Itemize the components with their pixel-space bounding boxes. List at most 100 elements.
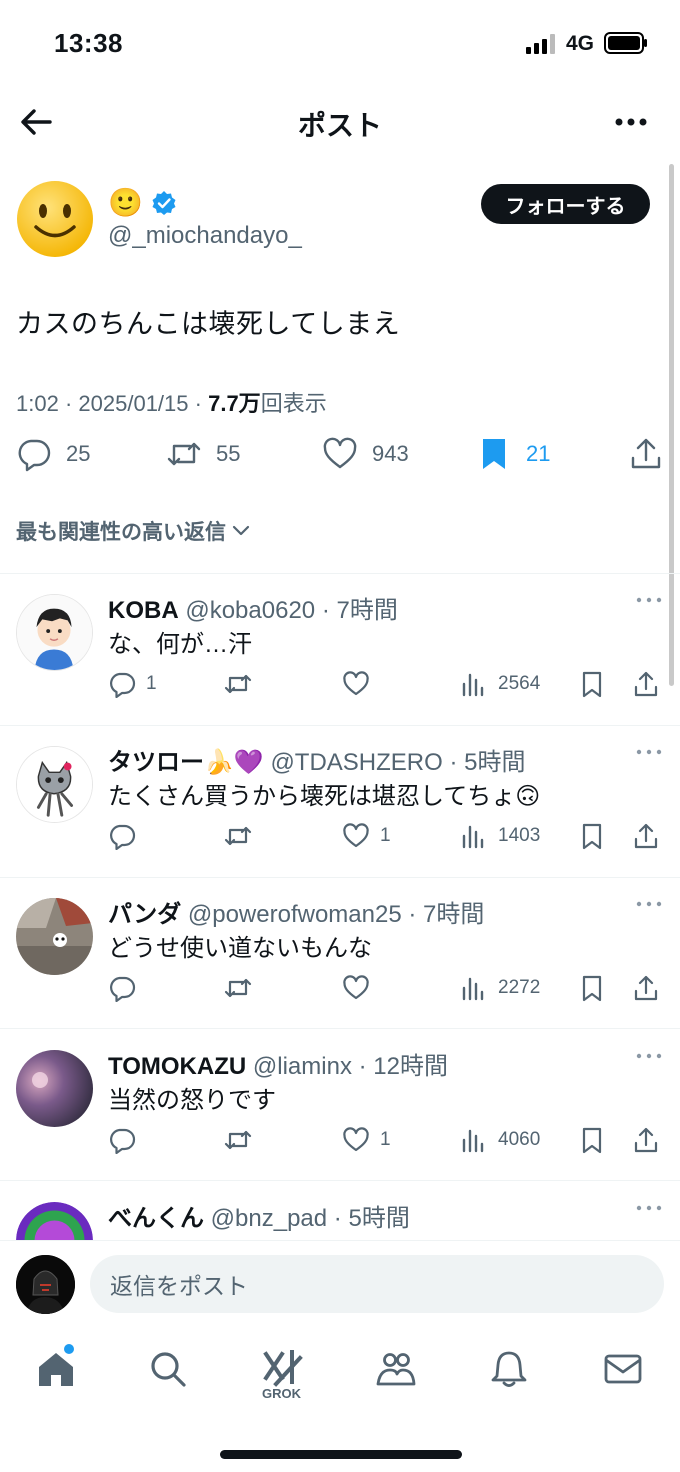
- reply-button[interactable]: 25: [16, 436, 90, 472]
- follow-button[interactable]: フォローする: [481, 184, 650, 224]
- views-button[interactable]: 4060: [460, 1126, 540, 1154]
- reply-author-handle[interactable]: @koba0620: [185, 597, 315, 624]
- share-button[interactable]: [632, 670, 660, 698]
- view-count[interactable]: 7.7万: [208, 391, 261, 416]
- reply-author-name[interactable]: TOMOKAZU: [108, 1053, 246, 1080]
- bookmark-button[interactable]: [578, 670, 606, 698]
- reply-button[interactable]: 1: [108, 670, 157, 698]
- heart-icon: [343, 823, 369, 848]
- reply-time[interactable]: 5時間: [348, 1205, 409, 1232]
- like-count: 943: [372, 441, 409, 466]
- post-date[interactable]: 2025/01/15: [78, 391, 188, 416]
- like-button[interactable]: 1: [342, 1126, 391, 1154]
- tab-messages[interactable]: [602, 1348, 652, 1408]
- more-options-icon[interactable]: [634, 744, 664, 760]
- grok-label: GROK: [262, 1386, 301, 1401]
- share-button[interactable]: [632, 822, 660, 850]
- repost-button[interactable]: [224, 670, 252, 698]
- more-options-icon[interactable]: [634, 896, 664, 912]
- reply-time[interactable]: 7時間: [423, 901, 484, 928]
- meta-separator: ·: [321, 597, 337, 624]
- more-options-icon[interactable]: [606, 100, 656, 144]
- reply-button[interactable]: [108, 822, 146, 850]
- divider: [0, 1180, 680, 1181]
- bookmark-icon: [582, 671, 602, 698]
- like-button[interactable]: [342, 670, 380, 698]
- bookmark-filled-icon: [483, 439, 505, 469]
- heart-icon: [343, 671, 369, 696]
- post-time[interactable]: 1:02: [16, 391, 59, 416]
- author-handle[interactable]: @_miochandayo_: [108, 222, 302, 250]
- reply-actions: 1 1403: [0, 822, 680, 854]
- tab-notifications[interactable]: [488, 1348, 538, 1408]
- analytics-icon: [462, 673, 484, 697]
- bookmark-button[interactable]: 21: [476, 436, 550, 472]
- reply-author-handle[interactable]: @powerofwoman25: [188, 901, 402, 928]
- repost-button[interactable]: [224, 974, 252, 1002]
- repost-button[interactable]: [224, 1126, 252, 1154]
- reply-composer: 返信をポスト: [0, 1240, 680, 1330]
- reply-actions: 1 4060: [0, 1126, 680, 1158]
- share-button[interactable]: [632, 974, 660, 1002]
- reply-header: TOMOKAZU @liaminx · 12時間: [108, 1046, 448, 1081]
- more-options-icon[interactable]: [634, 1048, 664, 1064]
- author-name-row[interactable]: 🙂: [108, 186, 177, 219]
- reply-time[interactable]: 5時間: [464, 749, 525, 776]
- reply-time[interactable]: 7時間: [336, 597, 397, 624]
- reply-sort-dropdown[interactable]: 最も関連性の高い返信: [16, 516, 252, 546]
- reply-author-name[interactable]: タツロー🍌💜: [108, 749, 264, 776]
- reply-actions: 1 2564: [0, 670, 680, 702]
- reply-avatar[interactable]: [16, 594, 93, 671]
- reply-input[interactable]: 返信をポスト: [90, 1255, 664, 1313]
- reply-author-handle[interactable]: @TDASHZERO: [270, 749, 442, 776]
- reply-avatar[interactable]: [16, 746, 93, 823]
- views-button[interactable]: 2564: [460, 670, 540, 698]
- mail-icon: [604, 1354, 642, 1384]
- bookmark-icon: [582, 823, 602, 850]
- reply-avatar[interactable]: [16, 1050, 93, 1127]
- reply-author-handle[interactable]: @bnz_pad: [211, 1205, 327, 1232]
- reply-item[interactable]: パンダ @powerofwoman25 · 7時間 どうせ使い道ないもんな 22…: [0, 878, 680, 1028]
- like-button[interactable]: [342, 974, 380, 1002]
- reply-item[interactable]: TOMOKAZU @liaminx · 12時間 当然の怒りです 1 4060: [0, 1030, 680, 1180]
- reply-author-name[interactable]: KOBA: [108, 597, 179, 624]
- more-options-icon[interactable]: [634, 1200, 664, 1216]
- tab-home[interactable]: [35, 1348, 85, 1408]
- bookmark-button[interactable]: [578, 822, 606, 850]
- tab-search[interactable]: [147, 1348, 197, 1408]
- reply-item[interactable]: タツロー🍌💜 @TDASHZERO · 5時間 たくさん買うから壊死は堪忍してち…: [0, 726, 680, 876]
- author-avatar[interactable]: [16, 180, 94, 258]
- home-notification-dot: [64, 1344, 74, 1354]
- tab-communities[interactable]: [375, 1348, 425, 1408]
- views-button[interactable]: 1403: [460, 822, 540, 850]
- like-button[interactable]: 943: [322, 436, 409, 472]
- reply-time[interactable]: 12時間: [373, 1053, 448, 1080]
- meta-separator: ·: [64, 391, 79, 416]
- post-text: カスのちんこは壊死してしまえ: [16, 309, 401, 339]
- reply-button[interactable]: [108, 974, 146, 1002]
- like-button[interactable]: 1: [342, 822, 391, 850]
- reply-header: タツロー🍌💜 @TDASHZERO · 5時間: [108, 742, 526, 777]
- reply-button[interactable]: [108, 1126, 146, 1154]
- share-icon: [634, 671, 658, 697]
- repost-button[interactable]: [224, 822, 252, 850]
- meta-separator: ·: [194, 391, 209, 416]
- battery-icon: [604, 32, 647, 54]
- reply-author-name[interactable]: べんくん: [108, 1205, 204, 1232]
- reply-author-handle[interactable]: @liaminx: [253, 1053, 352, 1080]
- share-button[interactable]: [632, 1126, 660, 1154]
- views-button[interactable]: 2272: [460, 974, 540, 1002]
- share-button[interactable]: [628, 436, 664, 472]
- bookmark-button[interactable]: [578, 974, 606, 1002]
- more-options-icon[interactable]: [634, 592, 664, 608]
- reply-author-name[interactable]: パンダ: [108, 901, 181, 928]
- share-icon: [631, 438, 661, 469]
- verified-badge-icon: [152, 190, 176, 215]
- reply-avatar[interactable]: [16, 898, 93, 975]
- my-avatar[interactable]: [16, 1255, 75, 1314]
- reply-count: 1: [146, 673, 157, 694]
- repost-button[interactable]: 55: [166, 436, 240, 472]
- bookmark-button[interactable]: [578, 1126, 606, 1154]
- reply-item[interactable]: KOBA @koba0620 · 7時間 な、何が…汗 1 2564: [0, 574, 680, 724]
- bookmark-icon: [582, 1127, 602, 1154]
